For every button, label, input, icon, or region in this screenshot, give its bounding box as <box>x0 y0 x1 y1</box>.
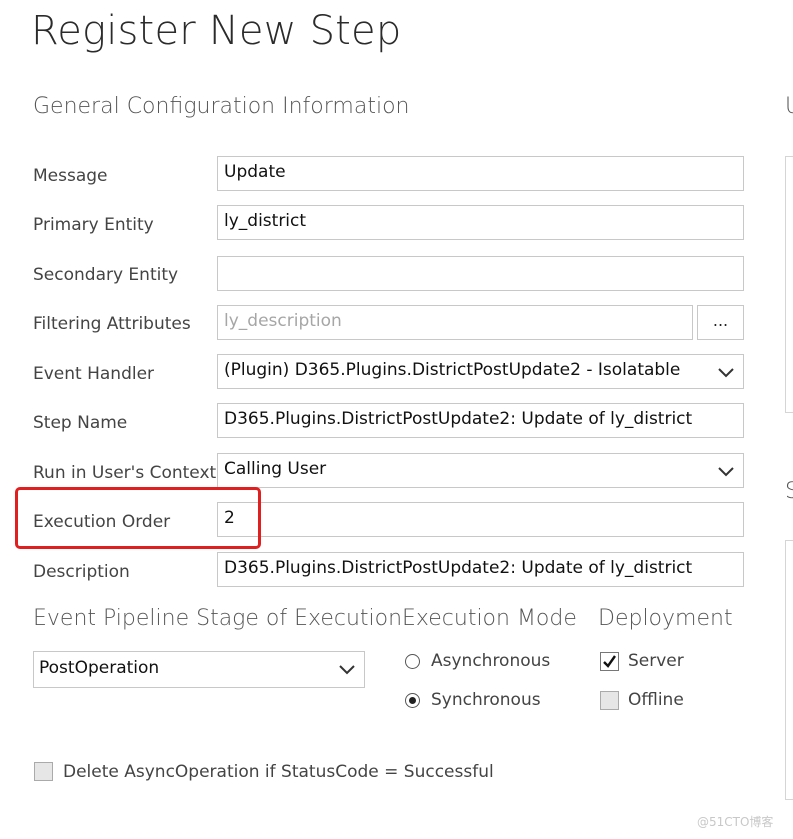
execution-order-field[interactable]: 2 <box>217 502 744 537</box>
run-context-label: Run in User's Context <box>33 463 217 483</box>
server-checkbox[interactable] <box>600 652 619 671</box>
description-field[interactable]: D365.Plugins.DistrictPostUpdate2: Update… <box>217 552 744 587</box>
filtering-attributes-field[interactable]: ly_description <box>217 305 693 340</box>
message-label: Message <box>33 166 108 186</box>
secondary-entity-field[interactable] <box>217 256 744 291</box>
pipeline-stage-select[interactable]: PostOperation <box>33 651 365 688</box>
checkmark-icon <box>603 655 616 668</box>
synchronous-label: Synchronous <box>431 690 541 710</box>
chevron-down-icon <box>339 665 355 675</box>
step-name-label: Step Name <box>33 413 128 433</box>
right-panel-1 <box>785 156 793 413</box>
event-handler-value: (Plugin) D365.Plugins.DistrictPostUpdate… <box>224 360 681 380</box>
filtering-attributes-label: Filtering Attributes <box>33 314 191 334</box>
event-handler-label: Event Handler <box>33 364 155 384</box>
chevron-down-icon <box>718 368 734 378</box>
right-panel-2 <box>785 540 793 800</box>
right-section-heading-2: S <box>785 479 793 504</box>
chevron-down-icon <box>718 467 734 477</box>
execution-order-highlight <box>15 487 261 549</box>
pipeline-heading: Event Pipeline Stage of Execution <box>33 606 403 631</box>
step-name-field[interactable]: D365.Plugins.DistrictPostUpdate2: Update… <box>217 403 744 438</box>
server-label: Server <box>628 651 684 671</box>
asynchronous-radio[interactable] <box>405 654 420 669</box>
page-title: Register New Step <box>31 8 402 54</box>
offline-label: Offline <box>628 690 684 710</box>
right-section-heading-1: U <box>785 94 793 119</box>
filtering-attributes-browse-button[interactable]: ... <box>697 305 744 340</box>
delete-async-label: Delete AsyncOperation if StatusCode = Su… <box>63 762 494 782</box>
deployment-heading: Deployment <box>598 606 733 631</box>
run-context-value: Calling User <box>224 459 327 479</box>
offline-checkbox[interactable] <box>600 691 619 710</box>
event-handler-select[interactable]: (Plugin) D365.Plugins.DistrictPostUpdate… <box>217 354 744 389</box>
delete-async-checkbox[interactable] <box>34 762 53 781</box>
synchronous-radio[interactable] <box>405 693 420 708</box>
execution-mode-heading: Execution Mode <box>402 606 577 631</box>
run-context-select[interactable]: Calling User <box>217 453 744 488</box>
description-label: Description <box>33 562 130 582</box>
primary-entity-label: Primary Entity <box>33 215 154 235</box>
watermark: @51CTO博客 <box>697 815 774 829</box>
pipeline-stage-value: PostOperation <box>39 658 160 678</box>
asynchronous-label: Asynchronous <box>431 651 551 671</box>
secondary-entity-label: Secondary Entity <box>33 265 179 285</box>
message-field[interactable]: Update <box>217 156 744 191</box>
primary-entity-field[interactable]: ly_district <box>217 205 744 240</box>
section-heading-general: General Configuration Information <box>33 94 410 119</box>
